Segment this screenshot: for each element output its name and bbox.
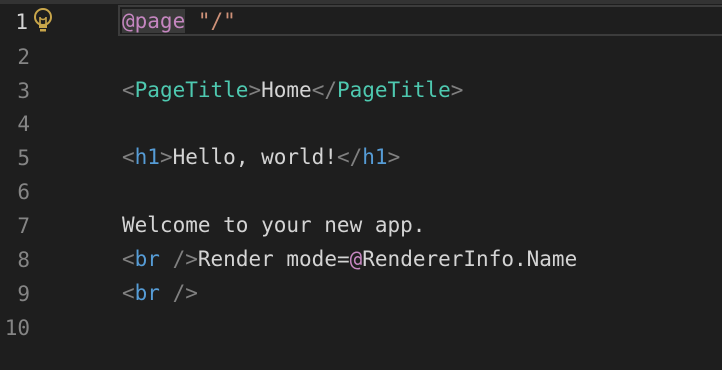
line-number-2[interactable]: 2 xyxy=(0,40,30,74)
component-tag-name: PageTitle xyxy=(134,78,249,102)
line-number-9[interactable]: 9 xyxy=(0,277,30,311)
code-line-8[interactable]: <br />Render mode=@RendererInfo.Name xyxy=(122,242,577,276)
editor-top-border xyxy=(0,0,722,4)
html-tag-name: br xyxy=(134,281,160,305)
html-tag-name: br xyxy=(134,247,160,271)
razor-at-symbol: @ xyxy=(349,247,363,271)
tag-bracket: </ xyxy=(311,78,337,102)
tag-bracket: < xyxy=(122,145,135,169)
line-number-10[interactable]: 10 xyxy=(0,311,30,345)
tag-bracket: > xyxy=(387,145,401,169)
member-dot: . xyxy=(513,247,527,271)
tag-bracket: /> xyxy=(159,281,198,305)
code-line-5[interactable]: <h1>Hello, world!</h1> xyxy=(122,140,400,174)
element-text: Home xyxy=(261,78,312,102)
html-tag-name: h1 xyxy=(134,145,160,169)
tag-bracket: </ xyxy=(336,145,363,169)
code-line-7[interactable]: Welcome to your new app. xyxy=(122,208,425,242)
code-line-9[interactable]: <br /> xyxy=(122,276,198,310)
razor-property: Name xyxy=(526,247,578,271)
lightbulb-icon-graphic xyxy=(34,8,52,32)
tag-bracket: < xyxy=(122,247,135,271)
code-editor[interactable]: 1 2 3 4 5 6 7 8 9 10 @page "/" <PageTitl… xyxy=(0,0,722,370)
tag-bracket: < xyxy=(122,78,135,102)
code-line-3[interactable]: <PageTitle>Home</PageTitle> xyxy=(122,73,463,107)
element-text: Hello, world! xyxy=(172,145,337,169)
tag-bracket: < xyxy=(122,281,135,305)
tag-bracket: > xyxy=(248,78,262,102)
razor-object: RendererInfo xyxy=(362,247,514,271)
route-string: "/" xyxy=(197,9,236,33)
line-number-5[interactable]: 5 xyxy=(0,141,30,175)
plain-text: Render mode= xyxy=(197,247,350,271)
html-tag-name: h1 xyxy=(362,145,388,169)
line-number-6[interactable]: 6 xyxy=(0,175,30,209)
plain-text: Welcome to your new app. xyxy=(122,213,426,237)
tag-bracket: > xyxy=(159,145,173,169)
line-number-4[interactable]: 4 xyxy=(0,107,30,141)
tag-bracket: /> xyxy=(159,247,198,271)
razor-page-directive: @page xyxy=(122,9,186,33)
tag-bracket: > xyxy=(450,78,464,102)
line-number-1[interactable]: 1 xyxy=(0,5,28,39)
line-number-8[interactable]: 8 xyxy=(0,243,30,277)
code-line-1[interactable]: @page "/" xyxy=(122,4,236,38)
lightbulb-icon[interactable] xyxy=(32,7,54,35)
line-number-3[interactable]: 3 xyxy=(0,74,30,108)
line-number-7[interactable]: 7 xyxy=(0,209,30,243)
component-tag-name: PageTitle xyxy=(336,78,451,102)
